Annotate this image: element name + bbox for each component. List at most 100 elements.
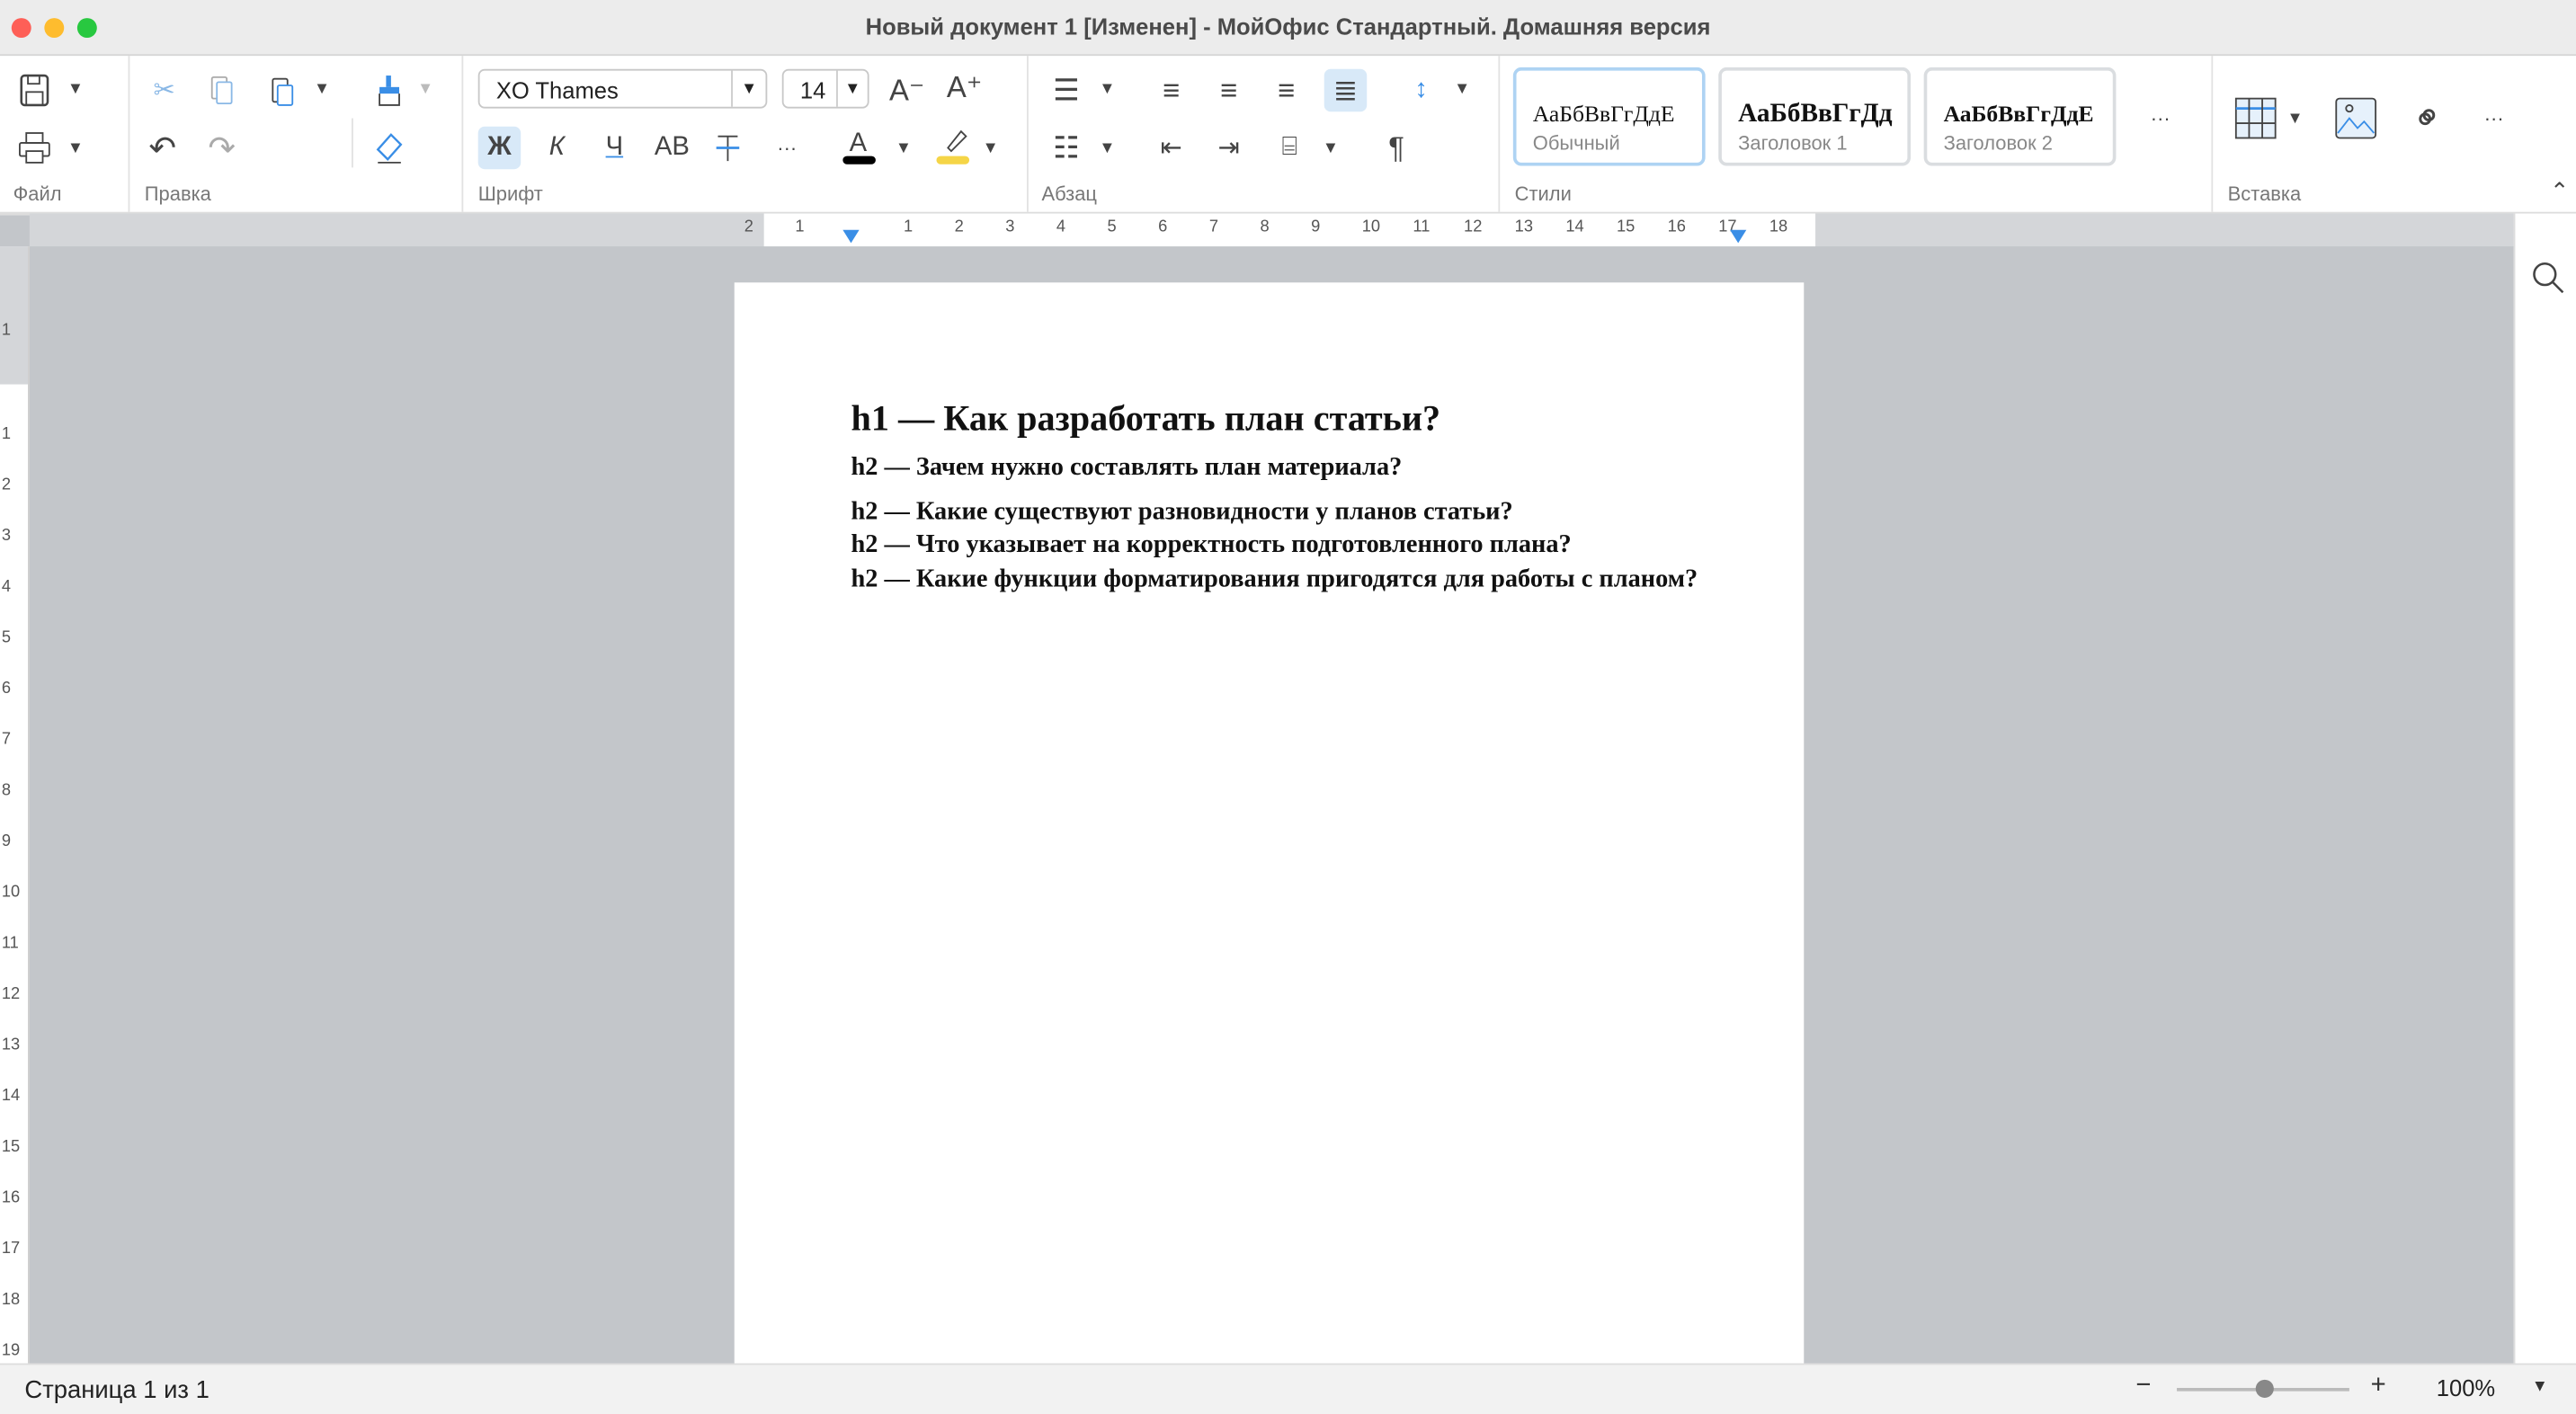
undo-icon[interactable]: ↶: [145, 129, 181, 166]
ruler-tick-label: 15: [1616, 218, 1636, 237]
paste-icon[interactable]: [266, 72, 299, 108]
style-heading-1[interactable]: АаБбВвГгДд Заголовок 1: [1718, 67, 1912, 166]
app-window: Новый документ 1 [Изменен] - МойОфис Ста…: [0, 0, 2576, 1414]
group-label-paragraph: Абзац: [1041, 182, 1097, 206]
link-icon[interactable]: ⚭: [2395, 85, 2460, 150]
style-heading-2[interactable]: АаБбВвГгДдЕ Заголовок 2: [1923, 67, 2117, 166]
indent-marker-right[interactable]: [1730, 229, 1747, 244]
heading-2[interactable]: h2 — Зачем нужно составлять план материа…: [851, 453, 1738, 483]
ruler-tick-label: 2: [1, 476, 11, 494]
ruler-tick-label: 1: [1, 425, 11, 444]
pilcrow-icon[interactable]: ¶: [1378, 129, 1414, 165]
chevron-down-icon[interactable]: ▼: [417, 81, 433, 99]
ruler-tick-label: 7: [1208, 218, 1218, 237]
numbered-list-icon[interactable]: ☷: [1048, 129, 1084, 165]
ruler-tick-label: 6: [1, 680, 11, 698]
ruler-tick-label: 1: [1, 322, 11, 341]
italic-button[interactable]: К: [537, 129, 576, 165]
ruler-tick-label: 8: [1, 781, 11, 800]
svg-text:A: A: [850, 129, 868, 157]
line-spacing-icon[interactable]: ↕: [1402, 72, 1441, 108]
underline-button[interactable]: Ч: [594, 129, 634, 165]
save-icon[interactable]: [16, 72, 52, 108]
ruler-tick-label: 3: [1, 527, 11, 546]
font-name-select[interactable]: XO Thames ▼: [477, 68, 768, 109]
heading-2[interactable]: h2 — Какие функции форматирования пригод…: [851, 564, 1738, 597]
more-styles-button[interactable]: ···: [2143, 100, 2179, 136]
font-size-select[interactable]: 14 ▼: [781, 68, 869, 109]
style-normal[interactable]: АаБбВвГгДдЕ Обычный: [1512, 67, 1706, 166]
heading-2[interactable]: h2 — Что указывает на корректность подго…: [851, 530, 1738, 560]
title-bar: Новый документ 1 [Изменен] - МойОфис Ста…: [0, 0, 2576, 57]
chevron-down-icon[interactable]: ▼: [983, 139, 999, 157]
cut-icon[interactable]: ✂: [147, 72, 181, 108]
highlight-color-icon[interactable]: [933, 125, 973, 168]
zoom-out-button[interactable]: −: [2135, 1372, 2151, 1401]
format-painter-icon[interactable]: [373, 72, 406, 108]
chevron-down-icon[interactable]: ▼: [2286, 110, 2303, 128]
style-name: Заголовок 1: [1738, 131, 1848, 155]
increase-indent-icon[interactable]: ⇥: [1211, 129, 1247, 165]
bullet-list-icon[interactable]: ☰: [1048, 72, 1084, 108]
ruler-tick-label: 16: [1667, 218, 1686, 237]
decrease-indent-icon[interactable]: ⇤: [1154, 129, 1190, 165]
strikethrough-icon[interactable]: [709, 129, 745, 165]
heading-2[interactable]: h2 — Какие существуют разновидности у пл…: [851, 498, 1738, 528]
caps-button[interactable]: АВ: [651, 129, 694, 165]
align-justify-icon[interactable]: ≣: [1324, 68, 1368, 112]
image-icon[interactable]: [2333, 95, 2379, 141]
copy-icon[interactable]: [205, 72, 238, 108]
style-name: Обычный: [1532, 131, 1620, 155]
ruler-tick-label: 10: [1361, 218, 1381, 237]
zoom-in-button[interactable]: +: [2371, 1372, 2386, 1401]
align-left-icon[interactable]: ≡: [1154, 72, 1190, 108]
ruler-tick-label: 18: [1769, 218, 1788, 237]
divider: [461, 56, 464, 212]
bold-button[interactable]: Ж: [477, 126, 521, 170]
more-font-button[interactable]: ···: [769, 129, 805, 165]
align-center-icon[interactable]: ≡: [1211, 72, 1247, 108]
redo-icon[interactable]: ↷: [204, 129, 240, 166]
chevron-down-icon[interactable]: ▼: [314, 81, 330, 99]
ruler-tick-label: 15: [1, 1138, 21, 1157]
chevron-down-icon[interactable]: ▼: [1323, 139, 1339, 157]
heading-1[interactable]: h1 — Как разработать план статьи?: [851, 397, 1738, 440]
align-right-icon[interactable]: ≡: [1269, 72, 1305, 108]
document-page[interactable]: h1 — Как разработать план статьи? h2 — З…: [734, 282, 1805, 1364]
horizontal-ruler[interactable]: 2 1 1 2 3 4 5 6 7 8 9 10 11 12 13 14 15 16 17 18: [29, 213, 2514, 247]
more-insert-button[interactable]: ···: [2476, 100, 2512, 136]
collapse-ribbon-icon[interactable]: ⌃: [2546, 176, 2572, 203]
zoom-slider[interactable]: [2177, 1379, 2349, 1398]
eraser-icon[interactable]: [373, 129, 406, 165]
window-title: Новый документ 1 [Изменен] - МойОфис Ста…: [865, 13, 1711, 40]
text-color-icon[interactable]: A: [840, 125, 879, 168]
divider: [1498, 56, 1501, 212]
table-icon[interactable]: [2233, 95, 2278, 141]
chevron-down-icon[interactable]: ▼: [2532, 1378, 2548, 1396]
style-preview: АаБбВвГгДдЕ: [1532, 103, 1675, 129]
ruler-tick-label: 12: [1464, 218, 1483, 237]
style-name: Заголовок 2: [1943, 131, 2053, 155]
ruler-tick-label: 2: [744, 218, 753, 237]
increase-font-button[interactable]: A⁺: [945, 69, 985, 105]
vertical-ruler[interactable]: 1 1 2 3 4 5 6 7 8 9 10 11 12 13 14 15 16 17 18 19: [0, 246, 30, 1364]
chevron-down-icon[interactable]: ▼: [67, 81, 84, 99]
ruler-tick-label: 4: [1, 578, 11, 597]
ruler-tick-label: 11: [1413, 218, 1431, 237]
decrease-font-button[interactable]: A⁻: [887, 72, 927, 108]
paragraph-spacing-icon[interactable]: ⌸: [1271, 129, 1307, 165]
chevron-down-icon[interactable]: ▼: [1099, 139, 1115, 157]
group-label-font: Шрифт: [477, 182, 543, 206]
chevron-down-icon[interactable]: ▼: [1099, 81, 1115, 99]
ruler-tick-label: 12: [1, 985, 21, 1004]
ruler-tick-label: 10: [1, 884, 21, 903]
ruler-tick-label: 1: [795, 218, 805, 237]
chevron-down-icon[interactable]: ▼: [67, 139, 84, 157]
chevron-down-icon[interactable]: ▼: [1454, 81, 1470, 99]
search-icon[interactable]: [2530, 260, 2566, 296]
print-icon[interactable]: [16, 129, 52, 165]
ruler-tick-label: 9: [1, 832, 11, 851]
chevron-down-icon[interactable]: ▼: [896, 139, 912, 157]
zoom-slider-handle[interactable]: [2254, 1379, 2273, 1398]
indent-marker-left[interactable]: [842, 229, 860, 244]
